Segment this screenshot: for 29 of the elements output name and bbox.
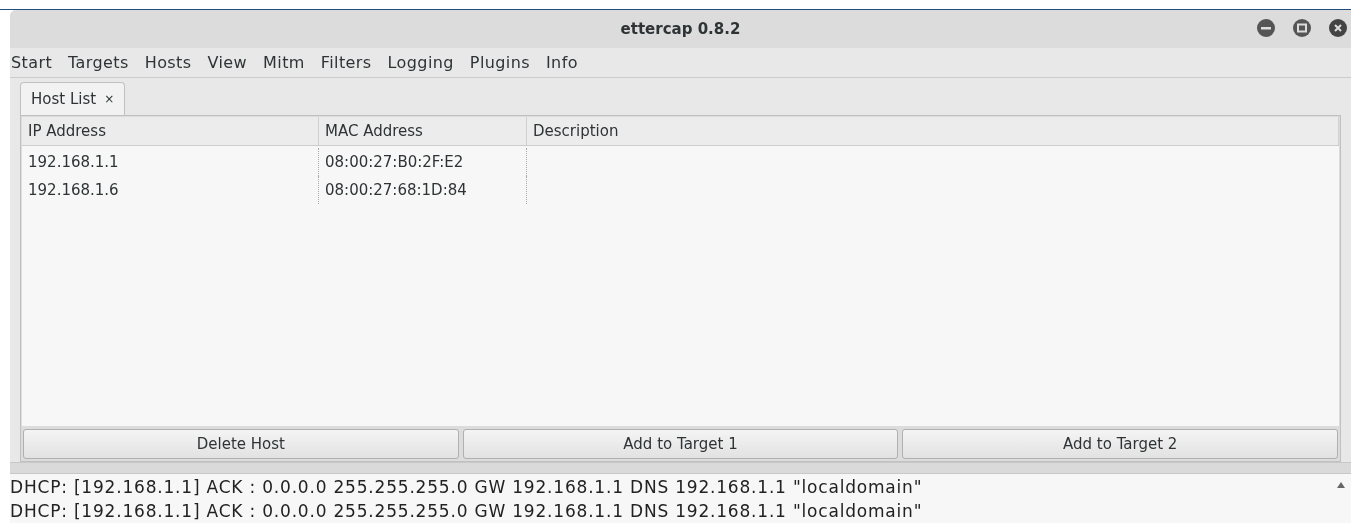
menu-item[interactable]: View (206, 50, 249, 75)
tab-close-button[interactable]: × (104, 90, 115, 108)
log-line: DHCP: [192.168.1.1] ACK : 0.0.0.0 255.255.255.0 GW 192.168.1.1 DNS 192.168.1.1 "localdomain" (10, 500, 924, 523)
column-header[interactable]: Description (527, 117, 1339, 145)
pane-handle[interactable] (10, 462, 1351, 474)
maximize-icon[interactable] (1293, 19, 1311, 37)
log-line: DHCP: [192.168.1.1] ACK : 0.0.0.0 255.255.255.0 GW 192.168.1.1 DNS 192.168.1.1 "localdomain" (10, 476, 924, 499)
table-cell: 192.168.1.1 (22, 148, 319, 176)
menu-item[interactable]: Filters (319, 50, 373, 75)
action-button[interactable]: Add to Target 2 (902, 429, 1338, 459)
table-cell: 08:00:27:68:1D:84 (319, 176, 527, 204)
column-header[interactable]: IP Address (22, 117, 319, 145)
table-cell: 08:00:27:B0:2F:E2 (319, 148, 527, 176)
close-icon[interactable] (1329, 19, 1347, 37)
action-button[interactable]: Delete Host (23, 429, 459, 459)
menu-item[interactable]: Start (10, 50, 54, 75)
menu-item[interactable]: Mitm (262, 50, 306, 75)
window-title: ettercap 0.8.2 (620, 18, 741, 40)
menu-item[interactable]: Info (544, 50, 579, 75)
column-header[interactable]: MAC Address (319, 117, 527, 145)
scroll-up-icon[interactable] (1337, 482, 1345, 488)
menu-item[interactable]: Targets (67, 50, 130, 75)
minimize-icon[interactable] (1257, 19, 1275, 37)
menu-item[interactable]: Logging (386, 50, 455, 75)
menu-item[interactable]: Plugins (468, 50, 531, 75)
action-button[interactable]: Add to Target 1 (462, 429, 899, 459)
tab[interactable]: Host List × (20, 82, 126, 115)
menu-item[interactable]: Hosts (143, 50, 193, 75)
table-cell: 192.168.1.6 (22, 176, 319, 204)
